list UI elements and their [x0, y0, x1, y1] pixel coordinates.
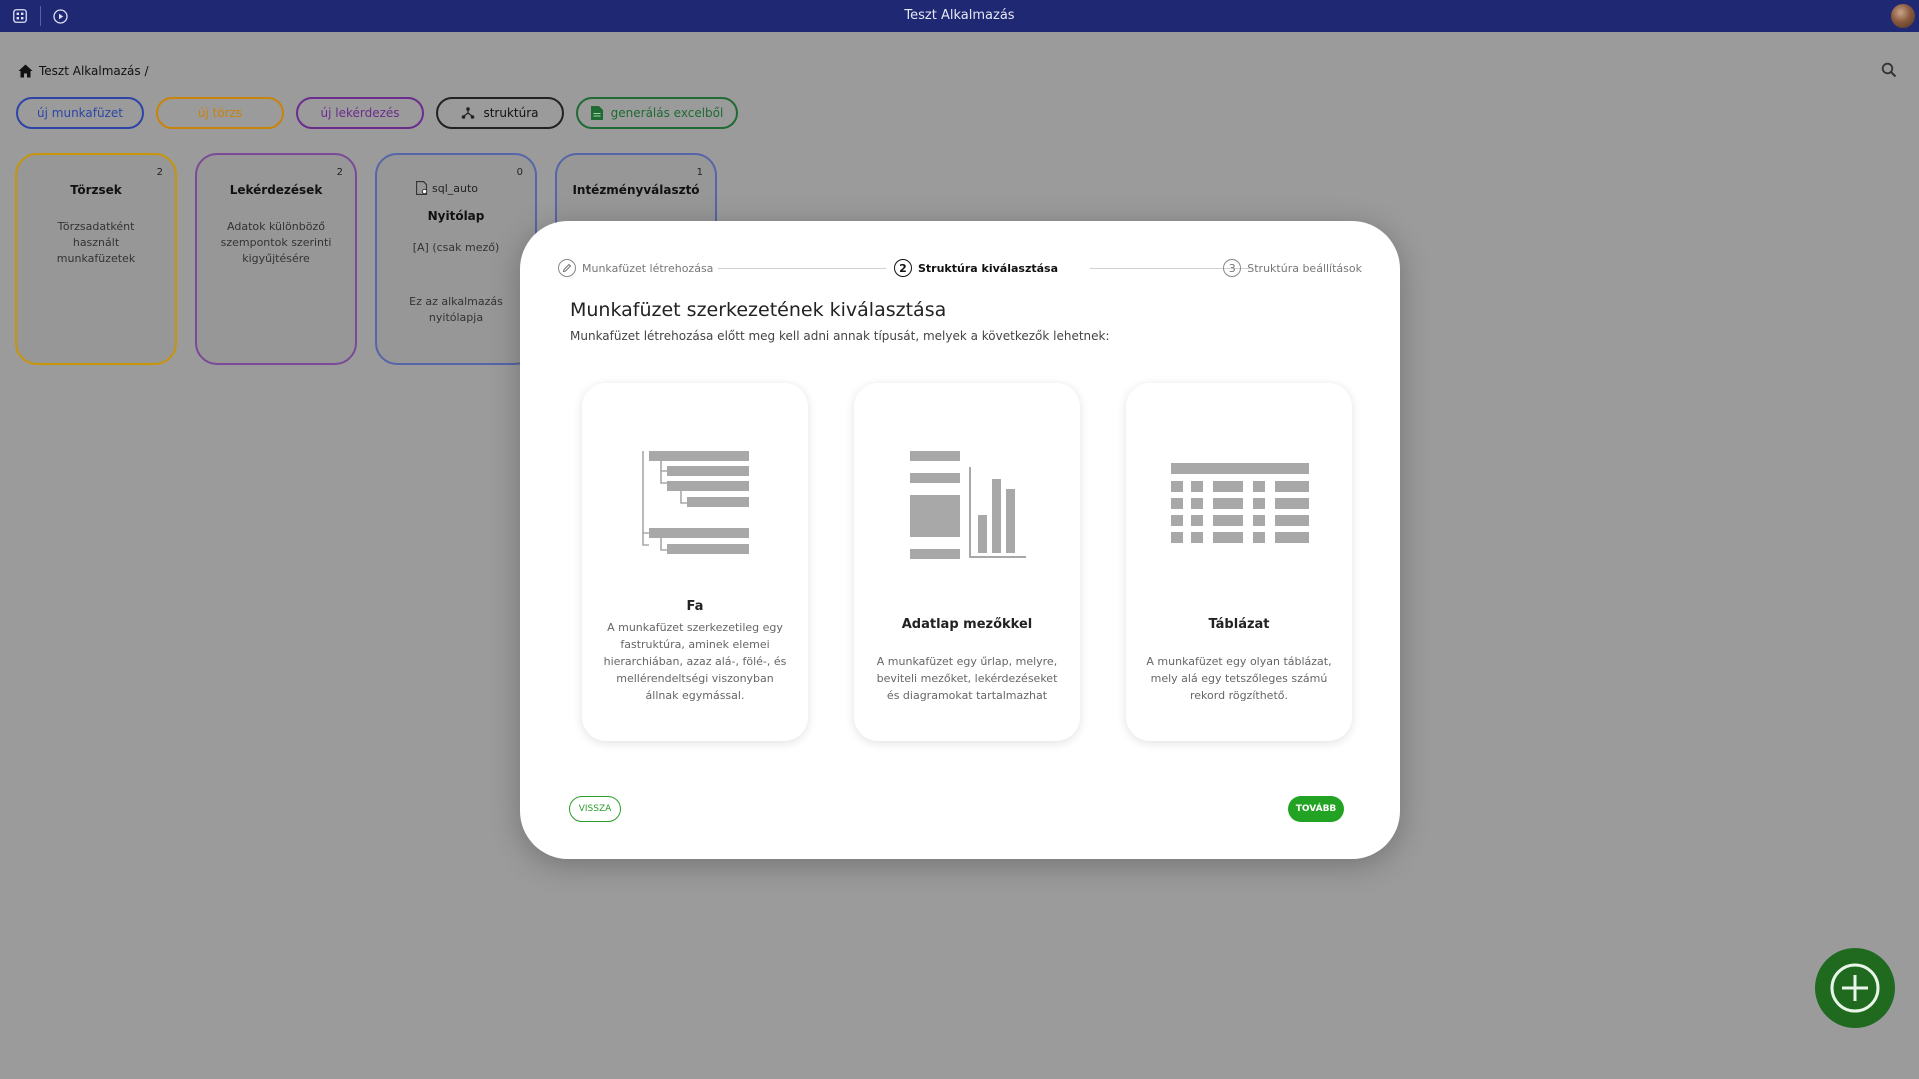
- card-title: Lekérdezések: [229, 183, 323, 197]
- card-title: Intézményválasztó: [572, 183, 700, 197]
- user-avatar[interactable]: [1891, 4, 1915, 28]
- excel-file-icon: [590, 106, 603, 120]
- card-description: Törzsadatként használt munkafüzetek: [56, 220, 136, 265]
- option-title: Táblázat: [1208, 617, 1270, 632]
- structure-icon: [462, 107, 475, 119]
- card-description: Ez az alkalmazás nyitólapja: [409, 295, 503, 324]
- card-count: 1: [696, 167, 703, 178]
- structure-button[interactable]: struktúra: [436, 97, 564, 129]
- step-connector: [718, 268, 886, 269]
- search-icon[interactable]: [1881, 62, 1897, 82]
- card-count: 0: [516, 167, 523, 178]
- dialog-subtitle: Munkafüzet létrehozása előtt meg kell ad…: [570, 329, 1110, 343]
- step-structure-settings: 3 Struktúra beállítások: [1223, 259, 1362, 277]
- structure-option-form[interactable]: Adatlap mezőkkel A munkafüzet egy űrlap,…: [854, 383, 1080, 741]
- pencil-icon: [558, 259, 576, 277]
- option-title: Fa: [686, 599, 704, 614]
- card-title: Törzsek: [70, 183, 122, 197]
- generate-from-excel-button[interactable]: generálás excelből: [576, 97, 738, 129]
- app-title: Teszt Alkalmazás: [904, 8, 1015, 23]
- step-select-structure: 2 Struktúra kiválasztása: [894, 259, 1058, 277]
- back-button[interactable]: VISSZA: [569, 796, 621, 822]
- top-bar: Teszt Alkalmazás: [0, 0, 1919, 32]
- option-description: A munkafüzet egy űrlap, melyre, beviteli…: [876, 655, 1058, 702]
- dialog-title: Munkafüzet szerkezetének kiválasztása: [570, 299, 947, 321]
- card-description: Adatok különböző szempontok szerinti kig…: [220, 220, 332, 265]
- workbook-card-nyitolap[interactable]: 0 sql_auto Nyitólap [A] (csak mező) Ez a…: [375, 153, 537, 365]
- step-create-workbook: Munkafüzet létrehozása: [558, 259, 713, 277]
- workbook-card-lekerdezesek[interactable]: 2 Lekérdezések Adatok különböző szempont…: [195, 153, 357, 365]
- card-count: 2: [156, 167, 163, 178]
- tree-structure-icon: [642, 451, 749, 554]
- sql-file-icon: [416, 181, 428, 195]
- card-count: 2: [336, 167, 343, 178]
- form-chart-icon: [910, 451, 1026, 559]
- card-title: Nyitólap: [427, 209, 485, 223]
- new-workbook-button[interactable]: új munkafüzet: [16, 97, 144, 129]
- card-subtitle: [A] (csak mező): [412, 241, 500, 254]
- add-fab-button[interactable]: [1815, 948, 1895, 1028]
- table-grid-icon: [1171, 463, 1309, 543]
- option-title: Adatlap mezőkkel: [901, 617, 1033, 632]
- next-button[interactable]: TOVÁBB: [1288, 796, 1344, 822]
- breadcrumb[interactable]: Teszt Alkalmazás /: [18, 64, 149, 78]
- new-master-button[interactable]: új törzs: [156, 97, 284, 129]
- option-description: A munkafüzet egy olyan táblázat, mely al…: [1146, 655, 1332, 702]
- structure-option-table[interactable]: Táblázat A munkafüzet egy olyan táblázat…: [1126, 383, 1352, 741]
- new-query-button[interactable]: új lekérdezés: [296, 97, 424, 129]
- plus-circle-icon: [1830, 963, 1880, 1013]
- workbook-card-torzsek[interactable]: 2 Törzsek Törzsadatként használt munkafü…: [15, 153, 177, 365]
- option-description: A munkafüzet szerkezetileg egy fastruktú…: [603, 621, 787, 702]
- stepper: Munkafüzet létrehozása 2 Struktúra kivál…: [558, 259, 1362, 279]
- sql-tag: sql_auto: [359, 181, 535, 195]
- home-icon: [18, 64, 33, 78]
- structure-option-tree[interactable]: Fa A munkafüzet szerkezetileg egy fastru…: [582, 383, 808, 741]
- breadcrumb-label: Teszt Alkalmazás /: [39, 64, 149, 78]
- create-workbook-dialog: Munkafüzet létrehozása 2 Struktúra kivál…: [520, 221, 1400, 859]
